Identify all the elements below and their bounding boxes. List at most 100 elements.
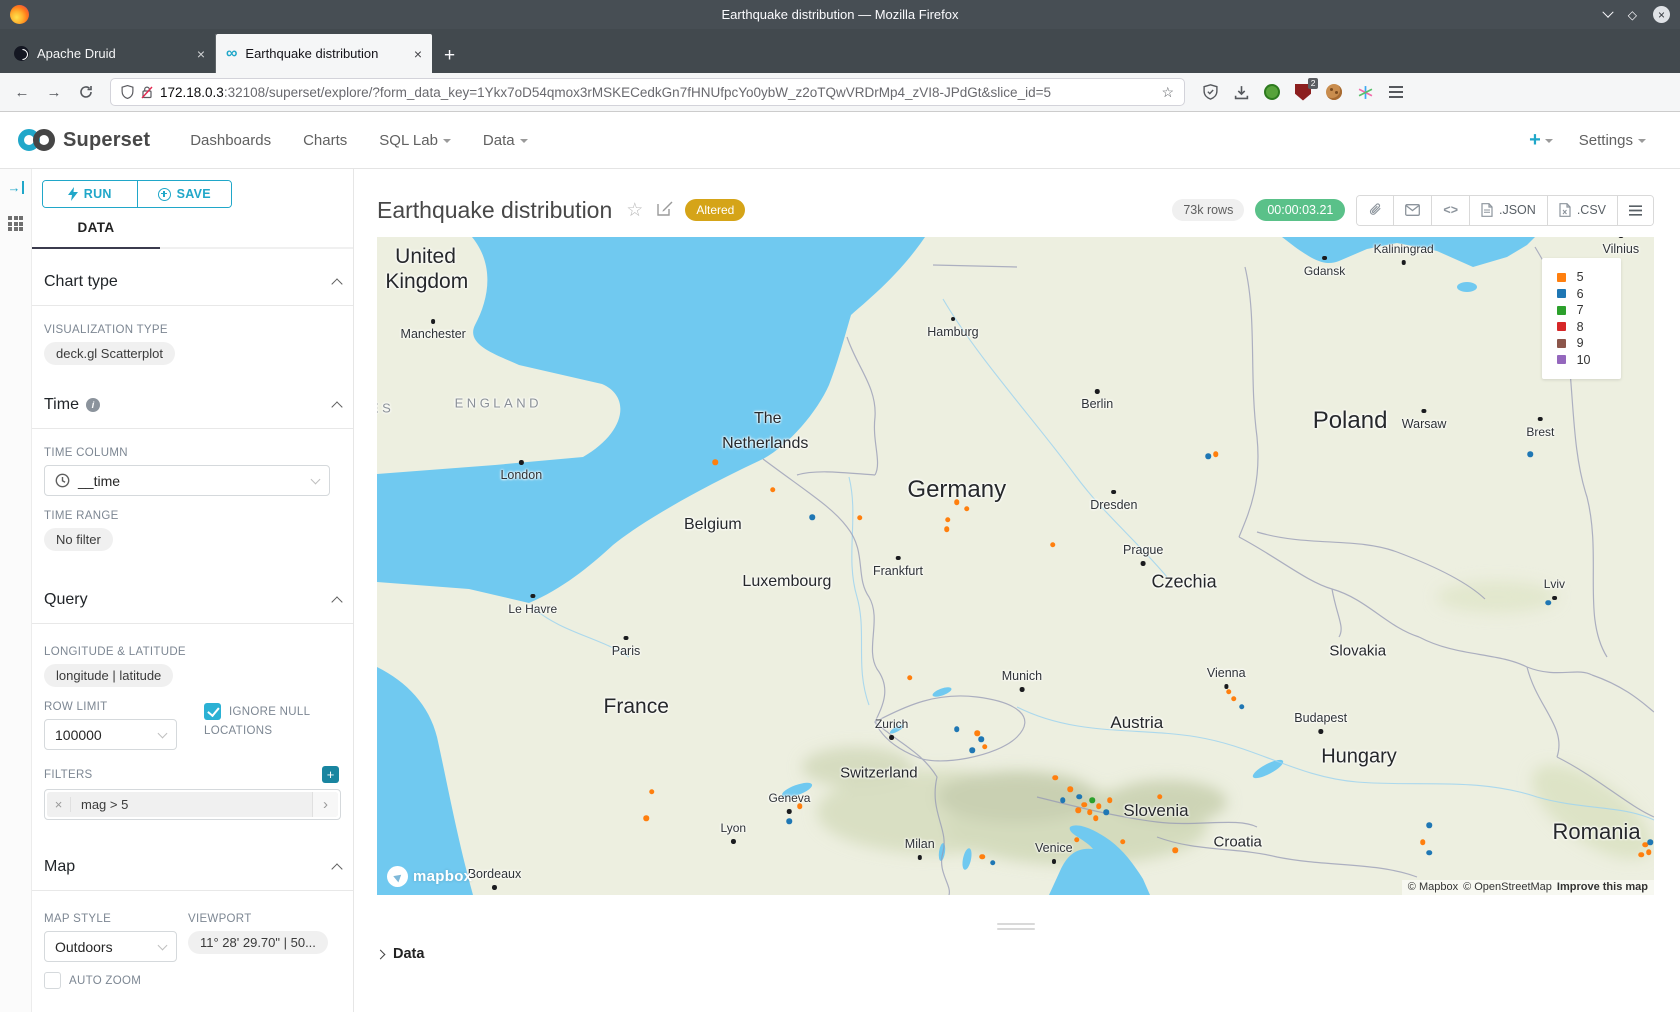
export-csv-button[interactable]: .CSV	[1547, 196, 1617, 225]
earthquake-point[interactable]	[1052, 775, 1058, 781]
earthquake-point[interactable]	[1239, 704, 1245, 710]
earthquake-point[interactable]	[1426, 850, 1432, 856]
earthquake-point[interactable]	[770, 487, 776, 493]
ublock-shield-icon[interactable]: 2	[1294, 83, 1312, 101]
earthquake-point[interactable]	[1107, 797, 1113, 803]
earthquake-point[interactable]	[954, 499, 960, 505]
nav-menu-item[interactable]: SQL Lab	[367, 124, 463, 157]
copy-link-button[interactable]	[1357, 196, 1393, 225]
earthquake-point[interactable]	[1172, 848, 1178, 854]
earthquake-point[interactable]	[1226, 689, 1232, 695]
section-time[interactable]: Timei	[32, 394, 353, 416]
earthquake-point[interactable]	[1213, 451, 1219, 457]
earthquake-point[interactable]	[644, 815, 650, 821]
maximize-icon[interactable]: ◇	[1628, 8, 1637, 22]
earthquake-point[interactable]	[1426, 823, 1432, 829]
panel-resize-handle[interactable]	[377, 923, 1654, 930]
close-window-icon[interactable]: ×	[1653, 6, 1670, 23]
chevron-right-icon[interactable]: ›	[312, 792, 338, 817]
add-new-button[interactable]: +	[1529, 129, 1553, 152]
earthquake-point[interactable]	[944, 526, 950, 532]
mapbox-logo[interactable]: mapbox	[387, 866, 472, 887]
earthquake-point[interactable]	[964, 506, 970, 512]
forward-icon[interactable]: →	[40, 79, 68, 105]
favorite-star-icon[interactable]: ☆	[626, 199, 643, 222]
tab-close-icon[interactable]: ×	[197, 46, 205, 62]
protections-shield-icon[interactable]	[1201, 83, 1219, 101]
edit-title-icon[interactable]	[657, 200, 673, 220]
nav-menu-item[interactable]: Charts	[291, 124, 359, 157]
chart-menu-button[interactable]	[1617, 196, 1653, 225]
earthquake-point[interactable]	[907, 675, 913, 681]
nav-menu-item[interactable]: Data	[471, 124, 540, 157]
tab-data[interactable]: DATA	[32, 220, 160, 249]
add-filter-button[interactable]: +	[322, 766, 339, 783]
osm-attribution-link[interactable]: © OpenStreetMap	[1463, 881, 1552, 893]
earthquake-point[interactable]	[978, 736, 984, 742]
earthquake-point[interactable]	[1646, 849, 1652, 855]
remove-filter-icon[interactable]: ×	[47, 797, 71, 812]
snowflake-extension-icon[interactable]	[1356, 83, 1374, 101]
earthquake-point[interactable]	[1103, 809, 1109, 815]
download-icon[interactable]	[1232, 83, 1250, 101]
run-button[interactable]: RUN	[43, 181, 137, 207]
earthquake-point[interactable]	[1420, 840, 1426, 846]
filter-expression[interactable]: mag > 5	[71, 797, 312, 812]
tab-earthquake-distribution[interactable]: ∞ Earthquake distribution ×	[216, 34, 432, 73]
earthquake-point[interactable]	[1075, 807, 1081, 813]
superset-logo-icon[interactable]	[18, 129, 55, 151]
datasource-grid-icon[interactable]	[8, 216, 23, 231]
earthquake-point[interactable]	[982, 744, 988, 750]
earthquake-point[interactable]	[649, 789, 655, 795]
viewport-value[interactable]: 11° 28' 29.70" | 50...	[188, 931, 328, 954]
earthquake-point[interactable]	[1096, 803, 1102, 809]
earthquake-point[interactable]	[1638, 852, 1644, 858]
earthquake-point[interactable]	[990, 860, 996, 866]
earthquake-point[interactable]	[797, 803, 803, 809]
section-query[interactable]: Query	[32, 589, 353, 611]
earthquake-point[interactable]	[1077, 794, 1083, 800]
earthquake-point[interactable]	[1068, 786, 1074, 792]
green-extension-icon[interactable]	[1263, 83, 1281, 101]
mapbox-attribution-link[interactable]: © Mapbox	[1408, 881, 1458, 893]
back-icon[interactable]: ←	[8, 79, 36, 105]
earthquake-point[interactable]	[954, 726, 960, 732]
earthquake-point[interactable]	[1050, 542, 1056, 548]
ignore-null-checkbox[interactable]	[204, 703, 221, 720]
earthquake-point[interactable]	[980, 854, 986, 860]
earthquake-point[interactable]	[1231, 696, 1237, 702]
improve-map-link[interactable]: Improve this map	[1557, 881, 1648, 893]
time-column-select[interactable]: __time	[44, 465, 330, 496]
lock-slash-icon[interactable]	[141, 86, 153, 99]
section-chart-type[interactable]: Chart type	[32, 271, 353, 293]
earthquake-point[interactable]	[1089, 797, 1095, 803]
earthquake-point[interactable]	[1082, 802, 1088, 808]
new-tab-button[interactable]: +	[432, 45, 467, 73]
earthquake-point[interactable]	[1647, 840, 1653, 846]
row-limit-select[interactable]: 100000	[44, 719, 177, 750]
earthquake-point[interactable]	[1157, 794, 1163, 800]
menu-icon[interactable]	[1387, 83, 1405, 101]
earthquake-point[interactable]	[1087, 809, 1093, 815]
email-button[interactable]	[1393, 196, 1431, 225]
earthquake-point[interactable]	[945, 517, 951, 523]
earthquake-point[interactable]	[713, 459, 719, 465]
export-json-button[interactable]: .JSON	[1469, 196, 1547, 225]
minimize-icon[interactable]	[1602, 6, 1613, 17]
nav-menu-item[interactable]: Dashboards	[178, 124, 283, 157]
earthquake-point[interactable]	[810, 515, 816, 521]
lonlat-value[interactable]: longitude | latitude	[44, 664, 173, 687]
cookie-extension-icon[interactable]	[1325, 83, 1343, 101]
earthquake-point[interactable]	[1206, 453, 1212, 459]
earthquake-point[interactable]	[969, 747, 975, 753]
collapse-panel-icon[interactable]: →	[8, 181, 24, 194]
tab-close-icon[interactable]: ×	[414, 46, 422, 62]
earthquake-point[interactable]	[1060, 797, 1066, 803]
section-map[interactable]: Map	[32, 856, 353, 878]
save-button[interactable]: SAVE	[137, 181, 232, 207]
settings-menu[interactable]: Settings	[1579, 132, 1646, 149]
bookmark-star-icon[interactable]: ☆	[1161, 84, 1174, 101]
earthquake-point[interactable]	[1527, 451, 1533, 457]
earthquake-point[interactable]	[1545, 600, 1551, 606]
map-style-select[interactable]: Outdoors	[44, 931, 177, 962]
